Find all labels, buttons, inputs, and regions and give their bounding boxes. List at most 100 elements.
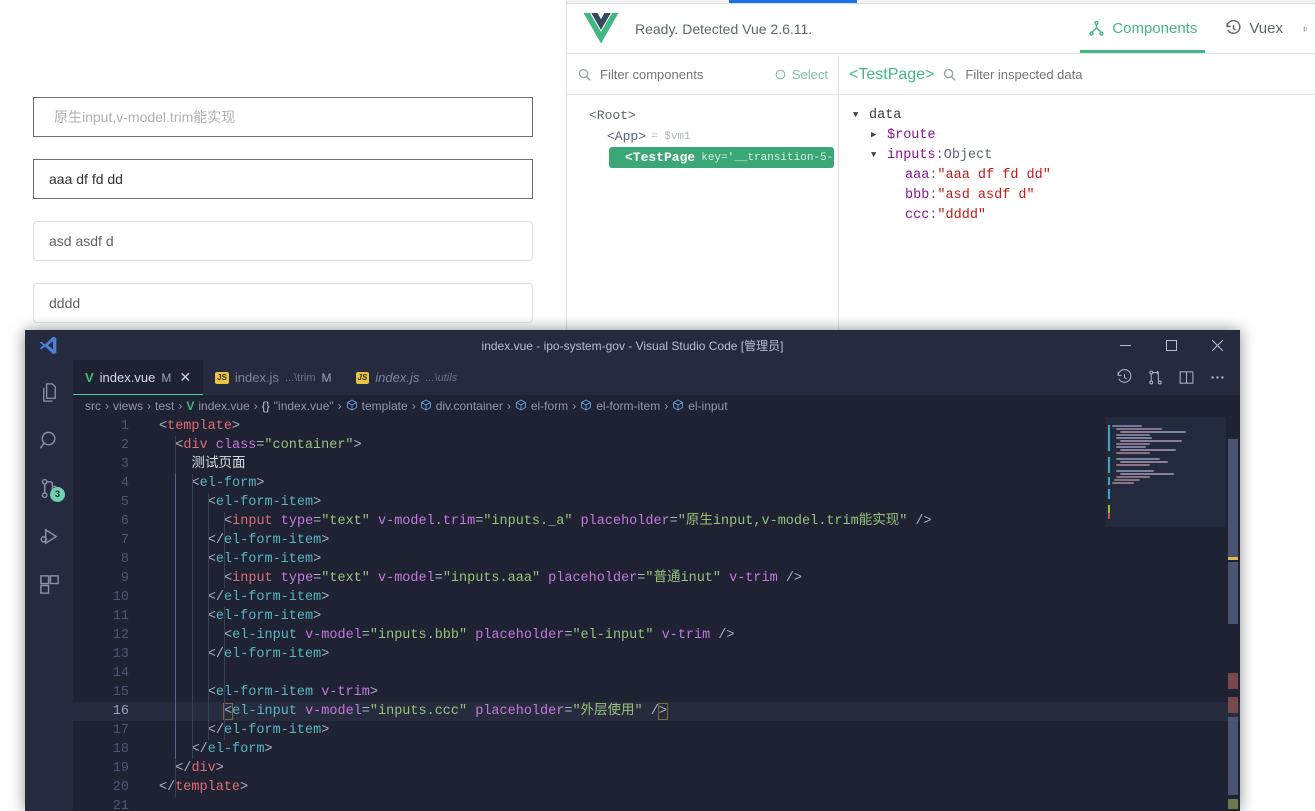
timeline-icon[interactable] <box>1116 369 1133 386</box>
devtools-more-tabs-button[interactable] <box>1297 4 1315 53</box>
code-line[interactable]: 20 </template> <box>73 778 1240 797</box>
code-line[interactable]: 16 <el-input v-model="inputs.ccc" placeho… <box>73 702 1240 721</box>
inspector-section-data[interactable]: ▼ data <box>853 105 1315 125</box>
scrollbar-decoration <box>1228 673 1238 689</box>
code-line[interactable]: 4 <el-form> <box>73 474 1240 493</box>
editor-scrollbar[interactable] <box>1226 417 1240 811</box>
line-number: 3 <box>120 457 129 472</box>
code-token: div <box>183 438 208 453</box>
code-line[interactable]: 17 </el-form-item> <box>73 721 1240 740</box>
code-token: placeholder <box>475 628 565 643</box>
minimap[interactable] <box>1106 417 1226 811</box>
inspector-row[interactable]: ccc: "dddd" <box>889 205 1315 225</box>
inspector-row[interactable]: aaa: "aaa df fd dd" <box>889 165 1315 185</box>
code-token: el-form-item <box>223 533 322 548</box>
devtools-body: Select <Root> <App> = $vm1 <TestPage key='__… <box>567 55 1315 330</box>
code-line-text: <template> <box>159 419 240 434</box>
editor-tab[interactable]: Vindex.vue M ✕ <box>73 360 204 395</box>
inspector-key: inputs <box>887 147 936 163</box>
breadcrumb-item[interactable]: el-form-item <box>580 398 660 414</box>
breadcrumb-item[interactable]: el-input <box>672 398 728 414</box>
braces-icon: {} <box>261 399 270 413</box>
split-editor-icon[interactable] <box>1178 369 1195 386</box>
scrollbar-decoration <box>1228 799 1238 809</box>
code-line[interactable]: 7 </el-form-item> <box>73 531 1240 550</box>
breadcrumb-separator-icon: › <box>178 399 183 413</box>
code-token: el-form-item <box>223 647 322 662</box>
code-line[interactable]: 21 <box>73 797 1240 811</box>
indent-guide <box>207 493 209 740</box>
code-line[interactable]: 3 测试页面 <box>73 455 1240 474</box>
inspector-key: aaa <box>905 167 930 183</box>
code-line[interactable]: 15 <el-form-item v-trim> <box>73 683 1240 702</box>
breadcrumb-item[interactable]: views <box>113 399 143 413</box>
breadcrumb-item[interactable]: src <box>85 399 101 413</box>
native-trim-input[interactable]: 原生input,v-model.trim能实现 <box>33 97 533 137</box>
code-token: < <box>224 571 233 586</box>
close-button[interactable] <box>1194 330 1240 360</box>
code-line[interactable]: 1 <template> <box>73 417 1240 436</box>
extensions-icon[interactable] <box>25 560 73 608</box>
code-editor[interactable]: 1 <template> 2 <div class="container"> 3 测试页面… <box>73 417 1240 811</box>
chevron-down-icon[interactable]: ▼ <box>853 110 869 120</box>
code-line[interactable]: 5 <el-form-item> <box>73 493 1240 512</box>
native-plain-input[interactable]: aaa df fd dd <box>33 159 533 199</box>
tree-node[interactable]: <App> = $vm1 <box>591 126 838 147</box>
close-icon[interactable]: ✕ <box>179 369 191 386</box>
editor-group: Vindex.vue M ✕ JS index.js ...\trim M JS index.j… <box>73 360 1240 811</box>
maximize-button[interactable] <box>1148 330 1194 360</box>
minimize-button[interactable] <box>1102 330 1148 360</box>
breadcrumb-item[interactable]: template <box>346 398 408 414</box>
code-line[interactable]: 19 </div> <box>73 759 1240 778</box>
search-icon[interactable] <box>25 416 73 464</box>
editor-tab[interactable]: JS index.js ...\utils <box>344 360 470 395</box>
line-number: 21 <box>112 799 129 811</box>
tab-components[interactable]: Components <box>1074 4 1211 53</box>
breadcrumb-item[interactable]: Vindex.vue <box>186 399 249 413</box>
code-line[interactable]: 11 <el-form-item> <box>73 607 1240 626</box>
editor-tab[interactable]: JS index.js ...\trim M <box>203 360 343 395</box>
code-line[interactable]: 2 <div class="container"> <box>73 436 1240 455</box>
tree-node-label: <TestPage <box>625 150 695 165</box>
inspector-row[interactable]: bbb: "asd asdf d" <box>889 185 1315 205</box>
code-line-text: <el-form-item> <box>159 552 321 567</box>
filter-components-input[interactable] <box>600 67 766 82</box>
el-input-ccc[interactable]: dddd <box>33 283 533 323</box>
tab-vuex[interactable]: Vuex <box>1211 4 1297 53</box>
more-actions-icon[interactable] <box>1209 369 1226 386</box>
code-line[interactable]: 18 </el-form> <box>73 740 1240 759</box>
chevron-down-icon[interactable]: ▼ <box>871 150 887 160</box>
scrollbar-decoration <box>1228 562 1238 624</box>
breadcrumb-item[interactable]: el-form <box>515 398 569 414</box>
explorer-icon[interactable] <box>25 368 73 416</box>
code-line-text: <el-input v-model="inputs.ccc" placehold… <box>159 703 668 720</box>
tree-node[interactable]: <Root> <box>573 105 838 126</box>
breadcrumb-item[interactable]: {} "index.vue" <box>262 399 334 413</box>
code-token: div <box>191 761 216 776</box>
indent-guide <box>191 474 193 759</box>
run-and-debug-icon[interactable] <box>25 512 73 560</box>
browser-page-content: 原生input,v-model.trim能实现 aaa df fd dd asd a… <box>0 0 566 330</box>
breadcrumb-label: el-form <box>530 399 569 413</box>
inspector-row[interactable]: ▶ $route <box>871 125 1315 145</box>
code-line[interactable]: 13 </el-form-item> <box>73 645 1240 664</box>
el-input-bbb[interactable]: asd asdf d <box>33 221 533 261</box>
tree-node[interactable]: <TestPage key='__transition-5- <box>609 147 834 168</box>
source-control-icon[interactable]: 3 <box>25 464 73 512</box>
inspector-row[interactable]: ▼ inputs: Object <box>871 145 1315 165</box>
code-line[interactable]: 12 <el-input v-model="inputs.bbb" placeho… <box>73 626 1240 645</box>
code-line[interactable]: 10 </el-form-item> <box>73 588 1240 607</box>
chevron-right-icon[interactable]: ▶ <box>871 130 887 140</box>
code-token: /> <box>710 628 735 643</box>
code-line[interactable]: 8 <el-form-item> <box>73 550 1240 569</box>
compare-changes-icon[interactable] <box>1147 369 1164 386</box>
breadcrumb-item[interactable]: div.container <box>420 398 503 414</box>
code-line[interactable]: 14 <box>73 664 1240 683</box>
filter-inspected-data-input[interactable] <box>965 67 1305 82</box>
breadcrumb-item[interactable]: test <box>155 399 174 413</box>
code-line[interactable]: 9 <input type="text" v-model="inputs.aaa"… <box>73 569 1240 588</box>
minimap-change-marker <box>1108 457 1110 473</box>
select-component-button[interactable]: Select <box>774 67 828 82</box>
code-line[interactable]: 6 <input type="text" v-model.trim="inputs… <box>73 512 1240 531</box>
